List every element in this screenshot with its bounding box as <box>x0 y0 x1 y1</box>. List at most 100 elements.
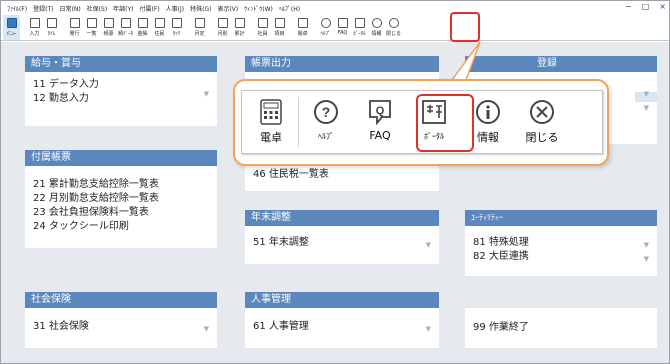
panel-salary-title: 給与・賞与 <box>25 56 217 72</box>
toolbar-tack-button[interactable]: ﾀｯｸ <box>168 15 185 40</box>
toolbar-monthly-button[interactable]: 月定 <box>191 15 208 40</box>
calculator-icon <box>258 99 284 125</box>
toolbar-issue-button[interactable]: 発行 <box>66 15 83 40</box>
toolbar-info-button[interactable]: 情報 <box>368 15 385 40</box>
ledger-icon <box>137 18 148 28</box>
toolbar-portal-button[interactable]: ﾎﾟｰﾀﾙ <box>351 15 368 40</box>
menu-register[interactable]: 登録(T) <box>33 4 53 13</box>
toolbar-time-button[interactable]: ﾀｲﾑ <box>43 15 60 40</box>
menu-item-monthly-list[interactable]: 22 月別勤怠支給控除一覧表 <box>33 192 209 206</box>
menu-item-social-insurance[interactable]: 31 社会保険 <box>33 320 209 334</box>
time-icon <box>46 18 57 28</box>
svg-text:Q: Q <box>376 105 385 117</box>
menu-item-insurance-list[interactable]: 23 会社負担保険料一覧表 <box>33 206 209 220</box>
toolbar-employee-button[interactable]: 社員 <box>254 15 271 40</box>
menu-yearend[interactable]: 年調(Y) <box>113 4 133 13</box>
callout-pointer <box>451 42 481 80</box>
monthly-icon <box>194 18 205 28</box>
menu-view[interactable]: 表示(V) <box>217 4 238 13</box>
menu-window[interactable]: ｳｨﾝﾄﾞｳ(W) <box>244 4 273 13</box>
close-icon <box>388 18 399 28</box>
faq-icon <box>337 18 348 28</box>
chevron-down-icon[interactable]: ▼ <box>204 322 209 336</box>
menu-social[interactable]: 社保(S) <box>87 4 108 13</box>
panel-year-end-title: 年末調整 <box>245 210 439 226</box>
menu-item-daijin-link[interactable]: 82 大臣連携 <box>473 250 649 264</box>
panel-year-end: 年末調整 51 年末調整 ▼ <box>245 210 439 264</box>
menu-item-year-end-adjustment[interactable]: 51 年末調整 <box>253 236 431 250</box>
panel-utility-title: ﾕｰﾃｨﾘﾃｨｰ <box>465 210 657 226</box>
menu-help[interactable]: ﾍﾙﾌﾟ(H) <box>279 4 300 13</box>
menu-item-tack-seal[interactable]: 24 タックシール印刷 <box>33 220 209 234</box>
help-button[interactable]: ? ﾍﾙﾌﾟ <box>299 91 353 151</box>
calculator-button[interactable]: 電卓 <box>244 91 298 151</box>
panel-hr-title: 人事管理 <box>245 292 439 308</box>
input-icon <box>29 18 40 28</box>
menu-hr[interactable]: 人事(J) <box>166 4 184 13</box>
menu-item-resident-tax-list[interactable]: 46 住民税一覧表 <box>253 168 431 182</box>
panel-end: 99 作業終了 <box>465 308 657 348</box>
tack-icon <box>171 18 182 28</box>
panel-social: 社会保険 31 社会保険 ▼ <box>25 292 217 348</box>
data-icon <box>120 18 131 28</box>
panel-social-title: 社会保険 <box>25 292 217 308</box>
toolbar-help-button[interactable]: ﾍﾙﾌﾟ <box>317 15 334 40</box>
chevron-down-icon[interactable]: ▼ <box>644 238 649 252</box>
resident-icon <box>154 18 165 28</box>
close-button[interactable]: 閉じる <box>515 91 569 151</box>
toolbar-data-button[interactable]: 頻ﾃﾞｰﾀ <box>117 15 134 40</box>
menu-daily[interactable]: 日常(N) <box>60 4 81 13</box>
toolbar-source-button[interactable]: 頻源 <box>100 15 117 40</box>
toolbar-total-button[interactable]: 累計 <box>231 15 248 40</box>
menu-special[interactable]: 特殊(G) <box>190 4 211 13</box>
toolbar-menu-button[interactable]: ﾒﾆｭｰ <box>3 15 20 40</box>
chevron-down-icon[interactable]: ▼ <box>426 238 431 252</box>
toolbar-faq-button[interactable]: FAQ <box>334 15 351 40</box>
menu-item-cumulative-list[interactable]: 21 累計勤怠支給控除一覧表 <box>33 178 209 192</box>
toolbar-item-button[interactable]: 項目 <box>271 15 288 40</box>
chevron-down-icon[interactable]: ▼ <box>204 87 209 101</box>
menu-attached[interactable]: 付属(F) <box>140 4 160 13</box>
employee-icon <box>257 18 268 28</box>
toolbar-input-button[interactable]: 入力 <box>26 15 43 40</box>
portal-highlight <box>416 94 474 152</box>
menu-file[interactable]: ﾌｧｲﾙ(F) <box>7 4 27 13</box>
toolbar-month-button[interactable]: 月別 <box>214 15 231 40</box>
toolbar-resident-button[interactable]: 住民 <box>151 15 168 40</box>
chevron-down-icon[interactable]: ▼ <box>644 90 649 98</box>
menu-item-finish-work[interactable]: 99 作業終了 <box>473 321 649 335</box>
panel-ledger-title: 帳票出力 <box>245 56 439 72</box>
maximize-icon[interactable]: □ <box>642 2 650 11</box>
faq-button[interactable]: Q FAQ <box>353 91 407 151</box>
minimize-icon[interactable]: − <box>625 2 632 11</box>
month-icon <box>217 18 228 28</box>
help-icon <box>320 18 331 28</box>
toolbar-portal-highlight <box>450 12 480 42</box>
toolbar-list-button[interactable]: 一覧 <box>83 15 100 40</box>
window-close-icon[interactable]: × <box>659 2 666 11</box>
chevron-down-icon[interactable]: ▼ <box>426 322 431 336</box>
svg-text:?: ? <box>322 104 331 120</box>
calculator-icon <box>297 18 308 28</box>
issue-icon <box>69 18 80 28</box>
panel-hr: 人事管理 61 人事管理 ▼ <box>245 292 439 348</box>
toolbar-calculator-button[interactable]: 電卓 <box>294 15 311 40</box>
menu-item-data-input[interactable]: 11 データ入力 <box>33 78 209 92</box>
zoomed-toolbar-callout: 電卓 ? ﾍﾙﾌﾟ Q FAQ ﾎﾟｰﾀﾙ 情報 閉じる <box>233 79 609 166</box>
source-icon <box>103 18 114 28</box>
toolbar-ledger-button[interactable]: 金帳 <box>134 15 151 40</box>
menu-item-special-processing[interactable]: 81 特殊処理 <box>473 236 649 250</box>
menu-item-hr-management[interactable]: 61 人事管理 <box>253 320 431 334</box>
toolbar-close-button[interactable]: 閉じる <box>385 15 402 40</box>
list-icon <box>86 18 97 28</box>
close-icon <box>529 99 555 125</box>
chevron-down-icon[interactable]: ▼ <box>644 252 649 266</box>
zoomed-toolbar: 電卓 ? ﾍﾙﾌﾟ Q FAQ ﾎﾟｰﾀﾙ 情報 閉じる <box>241 90 603 154</box>
menu-item-attendance-input[interactable]: 12 勤怠入力 <box>33 92 209 106</box>
portal-icon <box>354 18 365 28</box>
info-icon <box>371 18 382 28</box>
total-icon <box>234 18 245 28</box>
panel-utility: ﾕｰﾃｨﾘﾃｨｰ 81 特殊処理 82 大臣連携 ▼ ▼ <box>465 210 657 276</box>
chevron-down-icon[interactable]: ▼ <box>644 104 649 112</box>
panel-attached: 付属帳票 21 累計勤怠支給控除一覧表 22 月別勤怠支給控除一覧表 23 会社… <box>25 150 217 248</box>
